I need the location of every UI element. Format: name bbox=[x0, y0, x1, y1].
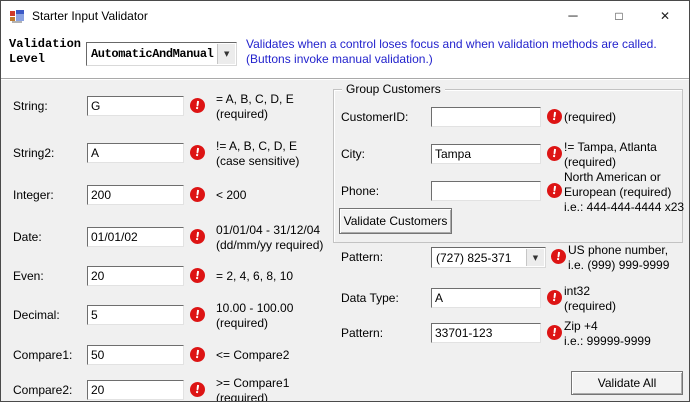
error-icon: ! bbox=[550, 248, 567, 265]
even-input[interactable] bbox=[87, 266, 184, 286]
datatype-field-label: Data Type: bbox=[341, 291, 399, 305]
validation-description: Validates when a control loses focus and… bbox=[246, 37, 657, 67]
window-title: Starter Input Validator bbox=[32, 9, 148, 23]
compare2-hint: >= Compare1 (required) bbox=[216, 376, 289, 402]
error-icon: ! bbox=[189, 381, 206, 398]
city-field-label: City: bbox=[341, 147, 365, 161]
validate-customers-button[interactable]: Validate Customers bbox=[339, 208, 452, 234]
phone-field-label: Phone: bbox=[341, 184, 379, 198]
error-icon: ! bbox=[189, 228, 206, 245]
pattern-zip-hint: Zip +4 i.e.: 99999-9999 bbox=[564, 319, 651, 349]
phone-hint: North American or European (required) i.… bbox=[564, 170, 684, 215]
chevron-down-icon[interactable]: ▼ bbox=[217, 44, 235, 64]
datatype-hint: int32 (required) bbox=[564, 284, 616, 314]
error-icon: ! bbox=[546, 324, 563, 341]
validate-all-button[interactable]: Validate All bbox=[571, 371, 683, 395]
integer-hint: < 200 bbox=[216, 188, 246, 203]
even-field-label: Even: bbox=[13, 269, 44, 283]
decimal-input[interactable] bbox=[87, 305, 184, 325]
decimal-field-label: Decimal: bbox=[13, 308, 60, 322]
city-input[interactable] bbox=[431, 144, 541, 164]
string-input[interactable] bbox=[87, 96, 184, 116]
close-button[interactable]: ✕ bbox=[642, 1, 688, 30]
chevron-down-icon[interactable]: ▼ bbox=[526, 249, 544, 266]
pattern-zip-field-label: Pattern: bbox=[341, 326, 383, 340]
error-icon: ! bbox=[189, 97, 206, 114]
integer-input[interactable] bbox=[87, 185, 184, 205]
error-icon: ! bbox=[189, 346, 206, 363]
string2-field-label: String2: bbox=[13, 146, 54, 160]
validation-level-panel: Validation Level AutomaticAndManual ▼ Va… bbox=[1, 31, 689, 79]
compare2-field-label: Compare2: bbox=[13, 383, 72, 397]
pattern-zip-input[interactable] bbox=[431, 323, 541, 343]
compare1-field-label: Compare1: bbox=[13, 348, 72, 362]
minimize-button[interactable]: ─ bbox=[550, 1, 596, 30]
string2-hint: != A, B, C, D, E (case sensitive) bbox=[216, 139, 299, 169]
error-icon: ! bbox=[189, 306, 206, 323]
decimal-hint: 10.00 - 100.00 (required) bbox=[216, 301, 293, 331]
app-icon bbox=[9, 8, 25, 24]
string-hint: = A, B, C, D, E (required) bbox=[216, 92, 294, 122]
validation-level-combobox[interactable]: AutomaticAndManual ▼ bbox=[86, 42, 237, 66]
pattern-phone-value: (727) 825-371 bbox=[436, 251, 511, 265]
title-bar[interactable]: Starter Input Validator ─ □ ✕ bbox=[1, 1, 689, 32]
date-input[interactable] bbox=[87, 227, 184, 247]
customerid-input[interactable] bbox=[431, 107, 541, 127]
error-icon: ! bbox=[189, 186, 206, 203]
pattern-phone-field-label: Pattern: bbox=[341, 250, 383, 264]
phone-input[interactable] bbox=[431, 181, 541, 201]
error-icon: ! bbox=[546, 289, 563, 306]
integer-field-label: Integer: bbox=[13, 188, 54, 202]
customerid-hint: (required) bbox=[564, 110, 616, 125]
maximize-button[interactable]: □ bbox=[596, 1, 642, 30]
validation-level-value: AutomaticAndManual bbox=[91, 47, 213, 61]
app-window: Starter Input Validator ─ □ ✕ Validation… bbox=[0, 0, 690, 402]
date-field-label: Date: bbox=[13, 230, 42, 244]
validation-level-label: Validation Level bbox=[9, 37, 81, 67]
datatype-input[interactable] bbox=[431, 288, 541, 308]
pattern-phone-combobox[interactable]: (727) 825-371 ▼ bbox=[431, 247, 546, 268]
even-hint: = 2, 4, 6, 8, 10 bbox=[216, 269, 293, 284]
date-hint: 01/01/04 - 31/12/04 (dd/mm/yy required) bbox=[216, 223, 323, 253]
group-customers-title: Group Customers bbox=[342, 82, 445, 96]
compare2-input[interactable] bbox=[87, 380, 184, 400]
pattern-phone-hint: US phone number, i.e. (999) 999-9999 bbox=[568, 243, 669, 273]
error-icon: ! bbox=[189, 267, 206, 284]
compare1-hint: <= Compare2 bbox=[216, 348, 289, 363]
error-icon: ! bbox=[189, 144, 206, 161]
compare1-input[interactable] bbox=[87, 345, 184, 365]
city-hint: != Tampa, Atlanta (required) bbox=[564, 140, 657, 170]
customerid-field-label: CustomerID: bbox=[341, 110, 408, 124]
string2-input[interactable] bbox=[87, 143, 184, 163]
string-field-label: String: bbox=[13, 99, 48, 113]
